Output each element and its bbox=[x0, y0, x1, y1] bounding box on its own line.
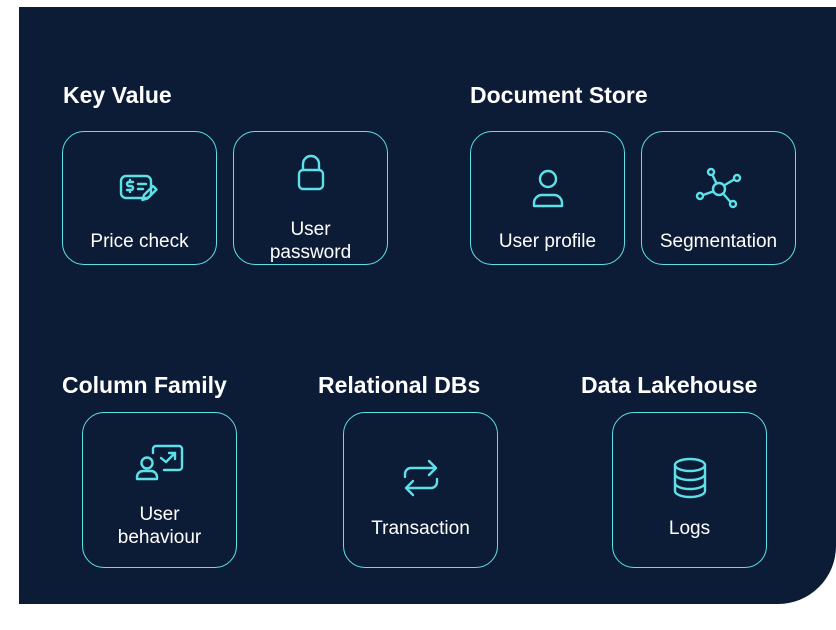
group-title-key-value: Key Value bbox=[63, 82, 172, 108]
user-icon bbox=[471, 168, 624, 210]
tile-label: Transaction bbox=[371, 518, 470, 539]
tile-label: User behaviour bbox=[117, 504, 202, 548]
tile-user-profile: User profile bbox=[470, 131, 625, 265]
diagram-panel: Key Value Price check User password Docu… bbox=[19, 7, 836, 604]
tile-logs: Logs bbox=[612, 412, 767, 568]
tile-price-check: Price check bbox=[62, 131, 217, 265]
group-title-relational-dbs: Relational DBs bbox=[318, 372, 481, 398]
exchange-icon bbox=[344, 457, 497, 499]
tile-user-password: User password bbox=[233, 131, 388, 265]
database-icon bbox=[613, 457, 766, 499]
network-icon bbox=[642, 166, 795, 212]
group-title-data-lakehouse: Data Lakehouse bbox=[581, 372, 758, 398]
user-chart-icon bbox=[83, 443, 236, 481]
lock-icon bbox=[234, 154, 387, 192]
tile-segmentation: Segmentation bbox=[641, 131, 796, 265]
tile-user-behaviour: User behaviour bbox=[82, 412, 237, 568]
group-title-column-family: Column Family bbox=[62, 372, 227, 398]
price-tag-icon bbox=[63, 172, 216, 206]
group-title-document-store: Document Store bbox=[470, 82, 648, 108]
tile-label: Price check bbox=[90, 231, 189, 252]
tile-label: Logs bbox=[668, 518, 711, 539]
tile-label: User profile bbox=[498, 231, 597, 252]
tile-transaction: Transaction bbox=[343, 412, 498, 568]
tile-label: Segmentation bbox=[659, 231, 778, 252]
tile-label: User password bbox=[269, 219, 352, 263]
